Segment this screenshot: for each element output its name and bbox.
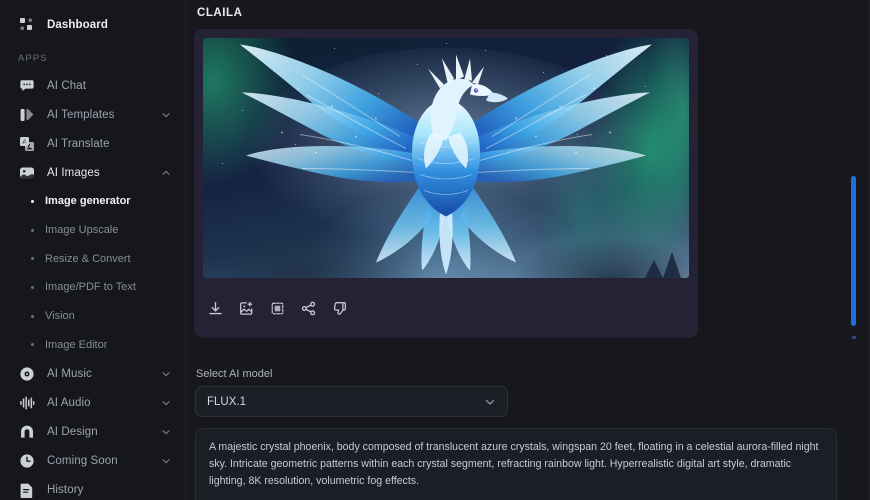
sidebar-subitem-resize-convert[interactable]: Resize & Convert xyxy=(0,244,185,273)
sidebar-item-label: History xyxy=(47,483,84,496)
sidebar-item-history[interactable]: History xyxy=(0,475,185,500)
tree-silhouette xyxy=(663,252,681,278)
sidebar-item-coming-soon[interactable]: Coming Soon xyxy=(0,446,185,475)
sidebar-subitem-label: Image Editor xyxy=(45,338,108,351)
music-icon xyxy=(18,365,35,382)
crystal-phoenix-artwork xyxy=(236,41,656,276)
model-select-label: Select AI model xyxy=(196,368,273,380)
dashboard-icon xyxy=(18,16,35,33)
scrollbar-thumb[interactable] xyxy=(851,176,856,326)
image-plus-icon[interactable] xyxy=(239,301,254,316)
sidebar: Dashboard APPS AI Chat AI Templates A AI… xyxy=(0,0,186,500)
sidebar-item-ai-audio[interactable]: AI Audio xyxy=(0,388,185,417)
scrollbar-tick xyxy=(851,336,856,339)
app-root: Dashboard APPS AI Chat AI Templates A AI… xyxy=(0,0,870,500)
chevron-down-icon[interactable] xyxy=(161,427,171,437)
sidebar-section-apps: APPS xyxy=(18,53,48,64)
main-content: CLAILA Select AI model FLUX.1 A majestic… xyxy=(186,0,870,500)
generated-image[interactable] xyxy=(203,38,689,278)
bullet-icon xyxy=(31,257,34,261)
sidebar-subitem-label: Resize & Convert xyxy=(45,252,131,265)
sidebar-item-label: Coming Soon xyxy=(47,454,118,467)
sidebar-subitem-vision[interactable]: Vision xyxy=(0,302,185,331)
sidebar-item-ai-translate[interactable]: A AI Translate xyxy=(0,129,185,158)
sidebar-subitem-label: Vision xyxy=(45,310,75,323)
sidebar-subitem-image-generator[interactable]: Image generator xyxy=(0,187,185,216)
bullet-icon xyxy=(31,199,34,204)
thumbs-down-icon[interactable] xyxy=(332,301,347,316)
sidebar-item-label: Dashboard xyxy=(47,18,108,31)
sidebar-subitem-label: Image generator xyxy=(45,195,131,208)
sidebar-item-label: AI Translate xyxy=(47,137,110,150)
chevron-down-icon[interactable] xyxy=(484,396,496,408)
generated-image-card xyxy=(194,29,698,338)
prompt-text: A majestic crystal phoenix, body compose… xyxy=(209,441,819,488)
model-select-value: FLUX.1 xyxy=(207,395,246,408)
prompt-input[interactable]: A majestic crystal phoenix, body compose… xyxy=(195,428,837,500)
sidebar-item-label: AI Music xyxy=(47,367,92,380)
sidebar-item-ai-chat[interactable]: AI Chat xyxy=(0,71,185,100)
chevron-down-icon[interactable] xyxy=(161,456,171,466)
chevron-down-icon[interactable] xyxy=(161,110,171,120)
chevron-up-icon[interactable] xyxy=(161,168,171,178)
crop-icon[interactable] xyxy=(270,301,285,316)
audio-icon xyxy=(18,394,35,411)
history-icon xyxy=(18,481,35,498)
model-select[interactable]: FLUX.1 xyxy=(195,386,508,417)
sidebar-item-label: AI Design xyxy=(47,425,98,438)
sidebar-item-label: AI Chat xyxy=(47,79,87,92)
bullet-icon xyxy=(31,228,34,232)
bullet-icon xyxy=(31,343,34,347)
bullet-icon xyxy=(31,314,34,318)
chevron-down-icon[interactable] xyxy=(161,398,171,408)
images-icon xyxy=(18,164,35,181)
design-icon xyxy=(18,423,35,440)
sidebar-subitem-label: Image Upscale xyxy=(45,224,119,237)
share-icon[interactable] xyxy=(301,301,316,316)
sidebar-item-ai-templates[interactable]: AI Templates xyxy=(0,100,185,129)
sidebar-item-dashboard[interactable]: Dashboard xyxy=(0,10,185,39)
sidebar-item-label: AI Images xyxy=(47,166,100,179)
download-icon[interactable] xyxy=(208,301,223,316)
clock-icon xyxy=(18,452,35,469)
chevron-down-icon[interactable] xyxy=(161,369,171,379)
sidebar-item-label: AI Audio xyxy=(47,396,91,409)
sidebar-item-ai-music[interactable]: AI Music xyxy=(0,359,185,388)
templates-icon xyxy=(18,106,35,123)
translate-icon: A xyxy=(18,135,35,152)
image-action-bar xyxy=(203,278,689,338)
sidebar-subitem-image-editor[interactable]: Image Editor xyxy=(0,330,185,359)
page-title: CLAILA xyxy=(197,7,243,19)
sidebar-subitem-image-upscale[interactable]: Image Upscale xyxy=(0,216,185,245)
sidebar-item-ai-images[interactable]: AI Images xyxy=(0,158,185,187)
main-scrollbar[interactable] xyxy=(851,0,856,500)
sidebar-item-ai-design[interactable]: AI Design xyxy=(0,417,185,446)
bullet-icon xyxy=(31,285,34,289)
chat-icon xyxy=(18,77,35,94)
sidebar-subitem-label: Image/PDF to Text xyxy=(45,281,136,294)
sidebar-item-label: AI Templates xyxy=(47,108,115,121)
sidebar-subitem-image-pdf-to-text[interactable]: Image/PDF to Text xyxy=(0,273,185,302)
